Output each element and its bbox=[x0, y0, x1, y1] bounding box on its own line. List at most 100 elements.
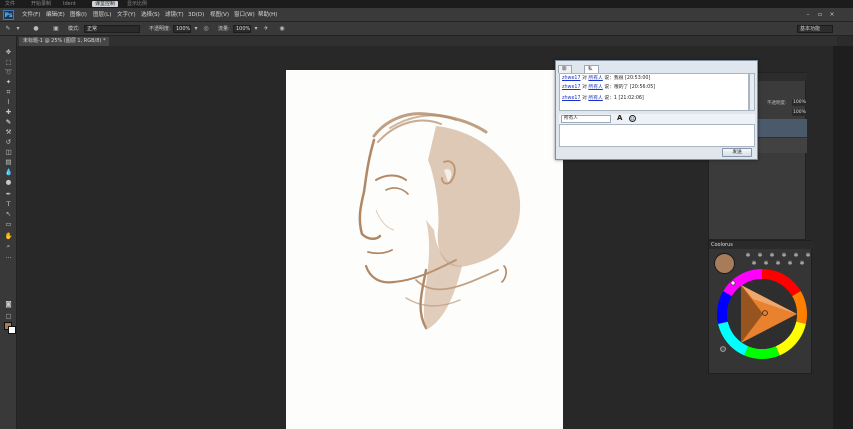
chat-message: zhwe17 对 所有人 说：我很 [20:53:00] bbox=[562, 76, 650, 82]
menu-window[interactable]: 窗口(W) bbox=[234, 11, 255, 19]
move-tool-icon[interactable]: ✥ bbox=[3, 48, 14, 57]
brush-preset-icon[interactable]: ✱ bbox=[757, 253, 763, 259]
menu-view[interactable]: 视图(V) bbox=[210, 11, 229, 19]
chat-scrollbar[interactable] bbox=[749, 73, 755, 111]
tab-private-chat[interactable]: 私聊(O) bbox=[584, 65, 600, 88]
path-select-tool-icon[interactable]: ↖ bbox=[3, 210, 14, 219]
opacity-field[interactable]: 100% bbox=[173, 25, 191, 33]
menu-select[interactable]: 选择(S) bbox=[141, 11, 160, 19]
chat-message-input[interactable] bbox=[559, 124, 755, 147]
brush-preset-icon[interactable]: ✱ bbox=[805, 253, 811, 259]
message-user-link[interactable]: zhwe17 bbox=[562, 85, 581, 90]
type-tool-icon[interactable]: T bbox=[3, 200, 14, 209]
brush-preset-icon[interactable]: ✱ bbox=[793, 253, 799, 259]
color-wheel[interactable] bbox=[713, 265, 811, 363]
menu-help[interactable]: 帮助(H) bbox=[258, 11, 277, 19]
message-text: 说：我很 [20:53:00] bbox=[602, 76, 651, 81]
menu-bar: Ps 文件(F) 编辑(E) 图像(I) 图层(L) 文字(Y) 选择(S) 滤… bbox=[0, 8, 853, 22]
background-color-swatch[interactable] bbox=[8, 326, 16, 334]
eyedropper-tool-icon[interactable]: ⌇ bbox=[3, 98, 14, 107]
tool-options-bar: ✎ ▾ ● ▣ 模式: 正常 不透明度: 100% ▾ ◎ 流量: 100% ▾… bbox=[0, 22, 853, 36]
message-recipient-link[interactable]: 所有人 bbox=[588, 96, 602, 101]
topbar-button-file[interactable]: 文件 bbox=[2, 1, 18, 7]
workspace-select[interactable]: 基本功能 bbox=[797, 25, 833, 33]
zoom-tool-icon[interactable]: ⌕ bbox=[3, 242, 14, 251]
menu-layer[interactable]: 图层(L) bbox=[93, 11, 111, 19]
portrait-sketch bbox=[358, 112, 521, 330]
eraser-tool-icon[interactable]: ◫ bbox=[3, 148, 14, 157]
presentation-bar: 文件 开始录制 Ident 课堂控制 显示比例 bbox=[0, 0, 853, 8]
healing-tool-icon[interactable]: ✚ bbox=[3, 108, 14, 117]
tools-panel: ✥ ⬚ ➰ ✦ ⌗ ⌇ ✚ ✎ ⚒ ↺ ◫ ▤ 💧 ● ✒ T ↖ ▭ ✋ ⌕ … bbox=[0, 36, 17, 429]
brush-tool-preset-icon[interactable]: ✎ bbox=[4, 25, 12, 33]
menu-filter[interactable]: 滤镜(T) bbox=[165, 11, 184, 19]
photoshop-logo: Ps bbox=[3, 10, 14, 20]
brush-size-icon[interactable]: ● bbox=[32, 25, 40, 33]
shape-tool-icon[interactable]: ▭ bbox=[3, 220, 14, 229]
message-recipient-link[interactable]: 所有人 bbox=[588, 85, 602, 90]
topbar-button-ident[interactable]: Ident bbox=[60, 1, 79, 7]
topbar-button-record[interactable]: 开始录制 bbox=[28, 1, 54, 7]
menu-type[interactable]: 文字(Y) bbox=[117, 11, 136, 19]
document-canvas[interactable] bbox=[286, 70, 563, 429]
message-user-link[interactable]: zhwe17 bbox=[562, 96, 581, 101]
quick-mask-icon[interactable]: ◙ bbox=[3, 300, 14, 309]
brush-panel-icon[interactable]: ▣ bbox=[52, 25, 60, 33]
document-tab[interactable]: 未标题-1 @ 25% (图层 1, RGB/8) * bbox=[19, 37, 110, 46]
chat-input-toolbar: 所有人 A ☺ bbox=[559, 114, 755, 124]
brush-tool-icon[interactable]: ✎ bbox=[3, 118, 14, 127]
gradient-tool-icon[interactable]: ▤ bbox=[3, 158, 14, 167]
crop-tool-icon[interactable]: ⌗ bbox=[3, 88, 14, 97]
close-icon[interactable]: × bbox=[828, 11, 836, 18]
pressure-opacity-icon[interactable]: ◎ bbox=[202, 25, 210, 33]
chevron-down-icon[interactable]: ▾ bbox=[252, 25, 260, 33]
message-text: 说：哦的了 [20:56:05] bbox=[602, 85, 656, 90]
menu-file[interactable]: 文件(F) bbox=[22, 11, 40, 19]
tab-public-chat[interactable]: 聊天(F) bbox=[558, 65, 573, 88]
more-tools-icon[interactable]: … bbox=[3, 252, 14, 261]
font-icon[interactable]: A bbox=[617, 114, 625, 123]
airbrush-icon[interactable]: ✈ bbox=[262, 25, 270, 33]
quick-select-tool-icon[interactable]: ✦ bbox=[3, 78, 14, 87]
pressure-size-icon[interactable]: ◉ bbox=[278, 25, 286, 33]
minimize-icon[interactable]: – bbox=[804, 11, 812, 18]
recipient-select[interactable]: 所有人 bbox=[561, 115, 611, 123]
lasso-tool-icon[interactable]: ➰ bbox=[3, 68, 14, 77]
message-recipient-link[interactable]: 所有人 bbox=[588, 76, 602, 81]
brush-preset-icon[interactable]: ✱ bbox=[745, 253, 751, 259]
menu-edit[interactable]: 编辑(E) bbox=[46, 11, 65, 19]
send-button[interactable]: 发送 bbox=[722, 148, 752, 157]
mode-select[interactable]: 正常 bbox=[84, 25, 140, 33]
menu-image[interactable]: 图像(I) bbox=[70, 11, 87, 19]
coolorus-panel: Coolorus ✱ ✱ ✱ ✱ ✱ ✱ ✱ ✱ ✱ ✱ ✱ bbox=[708, 240, 813, 374]
menu-3d[interactable]: 3D(D) bbox=[188, 11, 204, 19]
blur-tool-icon[interactable]: 💧 bbox=[3, 168, 14, 177]
chat-log[interactable]: zhwe17 对 所有人 说：我很 [20:53:00] zhwe17 对 所有… bbox=[559, 73, 749, 111]
chat-message: zhwe17 对 所有人 说：1 [21:02:06] bbox=[562, 96, 644, 102]
chevron-down-icon[interactable]: ▾ bbox=[192, 25, 200, 33]
brush-preset-icon[interactable]: ✱ bbox=[781, 253, 787, 259]
screen-mode-icon[interactable]: ▢ bbox=[3, 312, 14, 321]
layer-opacity-field[interactable]: 100% bbox=[792, 99, 806, 106]
restore-icon[interactable]: ▫ bbox=[816, 11, 824, 18]
panel-dock-strip bbox=[833, 46, 853, 429]
coolorus-tab[interactable]: Coolorus bbox=[711, 242, 733, 248]
stamp-tool-icon[interactable]: ⚒ bbox=[3, 128, 14, 137]
pen-tool-icon[interactable]: ✒ bbox=[3, 190, 14, 199]
marquee-tool-icon[interactable]: ⬚ bbox=[3, 58, 14, 67]
chevron-down-icon[interactable]: ▾ bbox=[14, 25, 22, 33]
topbar-button-zoom[interactable]: 显示比例 bbox=[124, 1, 150, 7]
chat-window: 聊天(F) 私聊(O) zhwe17 对 所有人 说：我很 [20:53:00]… bbox=[555, 60, 758, 160]
opacity-label: 不透明度: bbox=[149, 26, 171, 32]
emoji-icon[interactable]: ☺ bbox=[629, 115, 636, 122]
flow-field[interactable]: 100% bbox=[233, 25, 251, 33]
brush-preset-icon[interactable]: ✱ bbox=[769, 253, 775, 259]
hand-tool-icon[interactable]: ✋ bbox=[3, 232, 14, 241]
dodge-tool-icon[interactable]: ● bbox=[3, 178, 14, 187]
message-user-link[interactable]: zhwe17 bbox=[562, 76, 581, 81]
layer-fill-field[interactable]: 100% bbox=[792, 109, 806, 116]
topbar-button-class-control[interactable]: 课堂控制 bbox=[92, 1, 119, 7]
coolorus-tab-bar[interactable]: Coolorus bbox=[709, 241, 813, 249]
history-brush-icon[interactable]: ↺ bbox=[3, 138, 14, 147]
flow-label: 流量: bbox=[218, 26, 230, 32]
